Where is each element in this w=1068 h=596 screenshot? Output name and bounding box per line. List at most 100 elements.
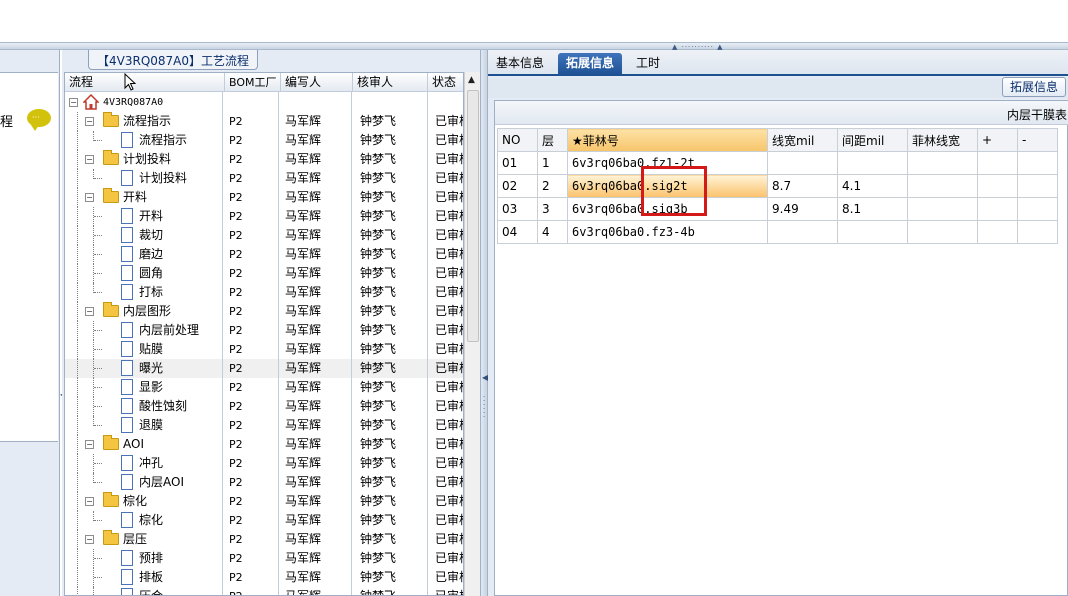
tree-cell[interactable]: − 层压 <box>65 530 222 549</box>
tree-cell[interactable]: 退膜 <box>65 416 222 435</box>
process-flow-tab[interactable]: 【4V3RQ087A0】工艺流程 <box>88 50 259 70</box>
tree-cell[interactable]: 内层前处理 <box>65 321 222 340</box>
tree-cell[interactable]: 冲孔 <box>65 454 222 473</box>
scrollbar-thumb[interactable] <box>467 90 479 342</box>
extended-info-button[interactable]: 拓展信息 <box>1002 77 1067 97</box>
header-minus[interactable]: - <box>1017 128 1058 152</box>
tree-cell[interactable]: 预排 <box>65 549 222 568</box>
collapse-toggle-icon[interactable]: − <box>85 193 94 202</box>
tree-row[interactable]: 内层AOI P2 马军辉 钟梦飞 已审核 <box>65 473 463 492</box>
layer-cell[interactable]: 2 <box>537 174 568 198</box>
tab-work-hours[interactable]: 工时 <box>628 53 668 76</box>
tree-row[interactable]: 圆角 P2 马军辉 钟梦飞 已审核 <box>65 264 463 283</box>
chat-bubble-icon[interactable]: ··· <box>27 109 51 131</box>
minus-cell[interactable] <box>1017 151 1058 175</box>
layer-cell[interactable]: 1 <box>537 151 568 175</box>
tree-row[interactable]: − AOI P2 马军辉 钟梦飞 已审核 <box>65 435 463 454</box>
spacing-cell[interactable] <box>837 220 908 244</box>
tree-row[interactable]: 贴膜 P2 马军辉 钟梦飞 已审核 <box>65 340 463 359</box>
header-spacing[interactable]: 间距mil <box>837 128 908 152</box>
layer-cell[interactable]: 3 <box>537 197 568 221</box>
header-no[interactable]: NO <box>497 128 538 152</box>
header-film-line-width[interactable]: 菲林线宽 <box>907 128 978 152</box>
tree-row[interactable]: − 流程指示 P2 马军辉 钟梦飞 已审核 <box>65 112 463 131</box>
film-line-width-cell[interactable] <box>907 174 978 198</box>
tree-cell[interactable]: 磨边 <box>65 245 222 264</box>
minus-cell[interactable] <box>1017 220 1058 244</box>
tree-cell[interactable]: 压合 <box>65 587 222 595</box>
tree-row[interactable]: − 内层图形 P2 马军辉 钟梦飞 已审核 <box>65 302 463 321</box>
tab-basic-info[interactable]: 基本信息 <box>488 53 552 76</box>
collapse-toggle-icon[interactable]: − <box>85 307 94 316</box>
tree-row[interactable]: 退膜 P2 马军辉 钟梦飞 已审核 <box>65 416 463 435</box>
horizontal-splitter[interactable]: ▲ ·········· ▲ <box>0 42 1068 51</box>
tree-row[interactable]: − 开料 P2 马军辉 钟梦飞 已审核 <box>65 188 463 207</box>
film-line-width-cell[interactable] <box>907 197 978 221</box>
column-header-status[interactable]: 状态 <box>428 73 463 92</box>
tree-cell[interactable]: 显影 <box>65 378 222 397</box>
line-width-cell[interactable] <box>767 151 838 175</box>
header-plus[interactable]: + <box>977 128 1018 152</box>
tree-cell[interactable]: 打标 <box>65 283 222 302</box>
no-cell[interactable]: 01 <box>497 151 538 175</box>
tree-cell[interactable]: 计划投料 <box>65 169 222 188</box>
tree-cell[interactable]: 排板 <box>65 568 222 587</box>
header-layer[interactable]: 层 <box>537 128 568 152</box>
tree-row[interactable]: 打标 P2 马军辉 钟梦飞 已审核 <box>65 283 463 302</box>
tree-row[interactable]: 开料 P2 马军辉 钟梦飞 已审核 <box>65 207 463 226</box>
film-line-width-cell[interactable] <box>907 220 978 244</box>
column-header-bom[interactable]: BOM工厂 <box>225 73 281 92</box>
tree-row[interactable]: − 棕化 P2 马军辉 钟梦飞 已审核 <box>65 492 463 511</box>
tree-row[interactable]: 裁切 P2 马军辉 钟梦飞 已审核 <box>65 226 463 245</box>
line-width-cell[interactable] <box>767 220 838 244</box>
tree-row[interactable]: 计划投料 P2 马军辉 钟梦飞 已审核 <box>65 169 463 188</box>
process-vertical-scrollbar[interactable]: ▲ <box>464 72 480 596</box>
spacing-cell[interactable]: 8.1 <box>837 197 908 221</box>
tree-row[interactable]: 棕化 P2 马军辉 钟梦飞 已审核 <box>65 511 463 530</box>
tree-row[interactable]: 内层前处理 P2 马军辉 钟梦飞 已审核 <box>65 321 463 340</box>
no-cell[interactable]: 03 <box>497 197 538 221</box>
film-line-width-cell[interactable] <box>907 151 978 175</box>
tree-cell[interactable]: 内层AOI <box>65 473 222 492</box>
collapse-toggle-icon[interactable]: − <box>85 117 94 126</box>
tree-row[interactable]: 预排 P2 马军辉 钟梦飞 已审核 <box>65 549 463 568</box>
tree-row[interactable]: − 4V3RQ087A0 <box>65 93 463 112</box>
header-line-width[interactable]: 线宽mil <box>767 128 838 152</box>
collapse-toggle-icon[interactable]: − <box>85 497 94 506</box>
splitter-grip-dots-icon[interactable]: · · · · · · <box>483 394 485 421</box>
spacing-cell[interactable]: 4.1 <box>837 174 908 198</box>
line-width-cell[interactable]: 9.49 <box>767 197 838 221</box>
tree-cell[interactable]: − 计划投料 <box>65 150 222 169</box>
line-width-cell[interactable]: 8.7 <box>767 174 838 198</box>
tree-row[interactable]: 冲孔 P2 马军辉 钟梦飞 已审核 <box>65 454 463 473</box>
tree-row[interactable]: − 计划投料 P2 马军辉 钟梦飞 已审核 <box>65 150 463 169</box>
plus-cell[interactable] <box>977 220 1018 244</box>
spacing-cell[interactable] <box>837 151 908 175</box>
tree-row[interactable]: 酸性蚀刻 P2 马军辉 钟梦飞 已审核 <box>65 397 463 416</box>
minus-cell[interactable] <box>1017 174 1058 198</box>
tree-cell[interactable]: 裁切 <box>65 226 222 245</box>
layer-cell[interactable]: 4 <box>537 220 568 244</box>
tree-cell[interactable]: − 开料 <box>65 188 222 207</box>
column-header-reviewer[interactable]: 核审人 <box>353 73 428 92</box>
film-no-cell[interactable]: 6v3rq06ba0.fz3-4b <box>567 220 768 244</box>
plus-cell[interactable] <box>977 174 1018 198</box>
tree-cell[interactable]: − 4V3RQ087A0 <box>65 93 222 112</box>
tree-row[interactable]: 显影 P2 马军辉 钟梦飞 已审核 <box>65 378 463 397</box>
minus-cell[interactable] <box>1017 197 1058 221</box>
tree-cell[interactable]: − AOI <box>65 435 222 454</box>
collapse-toggle-icon[interactable]: − <box>85 155 94 164</box>
tree-row[interactable]: 磨边 P2 马军辉 钟梦飞 已审核 <box>65 245 463 264</box>
table-row[interactable]: 03 3 6v3rq06ba0.sig3b 9.49 8.1 <box>497 197 1058 221</box>
tree-cell[interactable]: 圆角 <box>65 264 222 283</box>
plus-cell[interactable] <box>977 197 1018 221</box>
collapse-toggle-icon[interactable]: − <box>85 535 94 544</box>
table-row[interactable]: 01 1 6v3rq06ba0.fz1-2t <box>497 151 1058 175</box>
collapse-toggle-icon[interactable]: − <box>69 98 78 107</box>
plus-cell[interactable] <box>977 151 1018 175</box>
tree-row[interactable]: 曝光 P2 马军辉 钟梦飞 已审核 <box>65 359 463 378</box>
tree-row[interactable]: − 层压 P2 马军辉 钟梦飞 已审核 <box>65 530 463 549</box>
tree-cell[interactable]: − 流程指示 <box>65 112 222 131</box>
header-film-no[interactable]: ★菲林号 <box>567 128 768 152</box>
tab-extended-info[interactable]: 拓展信息 <box>558 53 623 76</box>
